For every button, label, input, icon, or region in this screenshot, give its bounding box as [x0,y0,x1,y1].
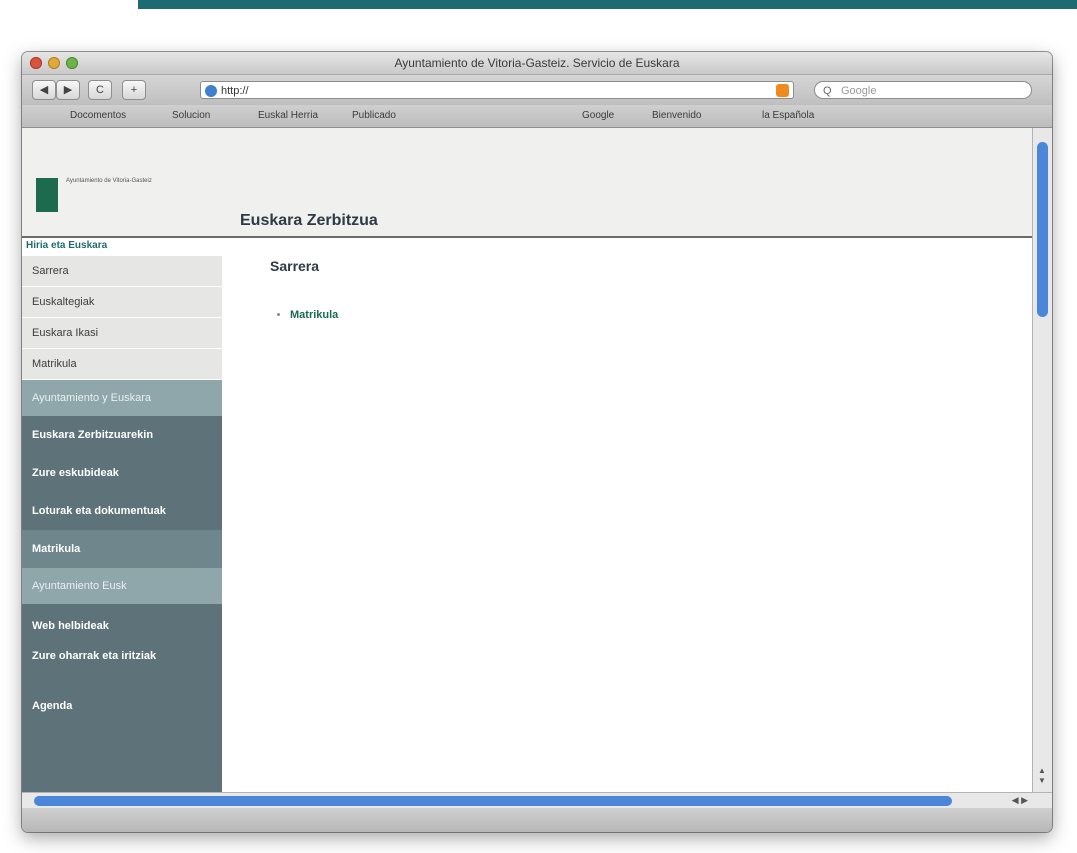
search-icon: Q [823,85,832,97]
bookmark-item[interactable]: Docomentos [70,110,126,121]
content-title: Sarrera [270,258,320,274]
sidebar-item-dark[interactable]: Web helbideak [22,610,222,642]
bookmarks-bar: Docomentos Solucion Euskal Herria Public… [22,105,1052,128]
sidebar-item-dark[interactable]: Zure oharrak eta iritziak [22,644,202,664]
content-list: Matrikula [270,306,1000,324]
sidebar-item-dark[interactable]: Loturak eta dokumentuak [22,492,222,530]
matrikula-link[interactable]: Matrikula [290,309,338,321]
browser-window: Ayuntamiento de Vitoria-Gasteiz. Servici… [22,52,1052,832]
sidebar-item[interactable]: Sarrera [22,256,222,287]
bookmark-item[interactable]: Euskal Herria [258,110,318,121]
vertical-scrollbar[interactable]: ▲ ▼ [1032,128,1052,792]
bookmark-item[interactable]: Bienvenido [652,110,701,121]
title-bar: Ayuntamiento de Vitoria-Gasteiz. Servici… [22,52,1052,75]
url-field[interactable]: http:// [200,81,794,99]
horizontal-scroll-thumb[interactable] [34,796,952,806]
page-viewport: Ayuntamiento de Vitoria-Gasteiz Euskara … [22,128,1032,792]
scroll-arrows-icon[interactable]: ▲ ▼ [1038,766,1046,786]
browser-toolbar: ◀ ▶ C + http:// Q Google [22,75,1052,105]
main-content: Sarrera Matrikula [270,258,1000,330]
city-logo[interactable] [36,178,58,212]
bookmark-item[interactable]: Google [582,110,614,121]
sidebar-item[interactable]: Euskaltegiak [22,287,222,318]
top-decor-band [138,0,1077,9]
bookmark-item[interactable]: Solucion [172,110,210,121]
horizontal-scrollbar[interactable]: ◀ ▶ [22,792,1052,809]
forward-button[interactable]: ▶ [56,80,80,100]
list-item: Matrikula [290,306,1000,324]
sidebar-item-dark[interactable]: Zure eskubideak [22,454,222,492]
search-placeholder: Google [841,85,877,97]
bookmark-item[interactable]: Publicado [352,110,396,121]
status-bar [22,808,1052,832]
sidebar-section-2[interactable]: Ayuntamiento Eusk [22,568,222,604]
bookmark-item[interactable]: la Española [762,110,814,121]
sidebar-nav: Hiria eta Euskara Sarrera Euskaltegiak E… [22,238,222,792]
window-title: Ayuntamiento de Vitoria-Gasteiz. Servici… [394,56,680,70]
add-bookmark-button[interactable]: + [122,80,146,100]
sidebar-item[interactable]: Euskara Ikasi [22,318,222,349]
sidebar-item-active[interactable]: Matrikula [22,530,222,568]
scroll-arrows-icon[interactable]: ◀ ▶ [1012,795,1028,806]
vertical-scroll-thumb[interactable] [1037,142,1048,317]
back-button[interactable]: ◀ [32,80,56,100]
search-input[interactable]: Q Google [814,81,1032,99]
url-text: http:// [221,85,249,97]
reload-button[interactable]: C [88,80,112,100]
sidebar-section-1[interactable]: Ayuntamiento y Euskara [22,380,222,416]
logo-text: Ayuntamiento de Vitoria-Gasteiz [66,178,152,184]
rss-icon[interactable] [776,84,789,97]
globe-icon [205,85,217,97]
sidebar-item[interactable]: Matrikula [22,349,222,380]
sidebar-item-dark[interactable]: Euskara Zerbitzuarekin [22,416,222,454]
site-title: Euskara Zerbitzua [240,212,378,229]
sidebar-item-dark[interactable]: Agenda [22,690,222,722]
page-header: Ayuntamiento de Vitoria-Gasteiz Euskara … [22,128,1032,238]
sidebar-heading[interactable]: Hiria eta Euskara [26,240,107,251]
